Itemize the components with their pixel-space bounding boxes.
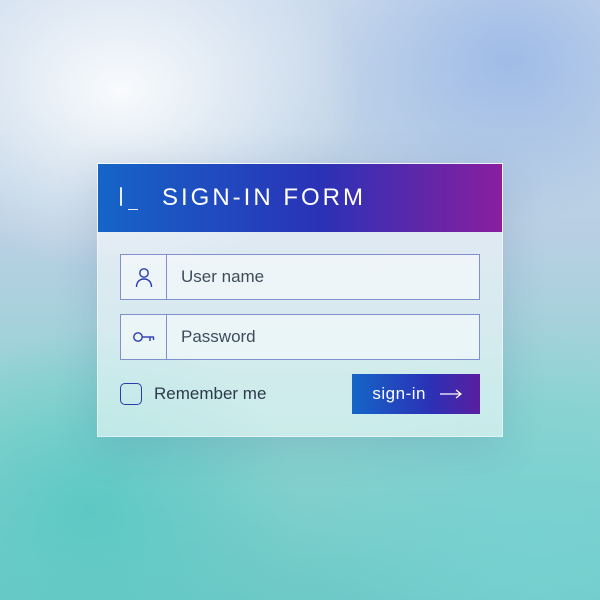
signin-button[interactable]: sign-in	[352, 374, 480, 414]
bottom-row: Remember me sign-in	[120, 374, 480, 414]
remember-me-label: Remember me	[154, 384, 266, 404]
form-body: Remember me sign-in	[98, 232, 502, 436]
checkbox-icon[interactable]	[120, 383, 142, 405]
password-input[interactable]	[167, 315, 479, 359]
username-field[interactable]	[120, 254, 480, 300]
panel-title: SIGN-IN FORM	[162, 184, 366, 212]
monitor-icon	[120, 188, 146, 208]
user-icon	[121, 255, 167, 299]
password-field[interactable]	[120, 314, 480, 360]
panel-header: SIGN-IN FORM	[98, 164, 502, 232]
key-icon	[121, 315, 167, 359]
signin-panel: SIGN-IN FORM	[97, 163, 503, 437]
signin-button-label: sign-in	[372, 384, 426, 404]
arrow-right-icon	[440, 389, 464, 399]
username-input[interactable]	[167, 255, 479, 299]
remember-me-toggle[interactable]: Remember me	[120, 383, 266, 405]
